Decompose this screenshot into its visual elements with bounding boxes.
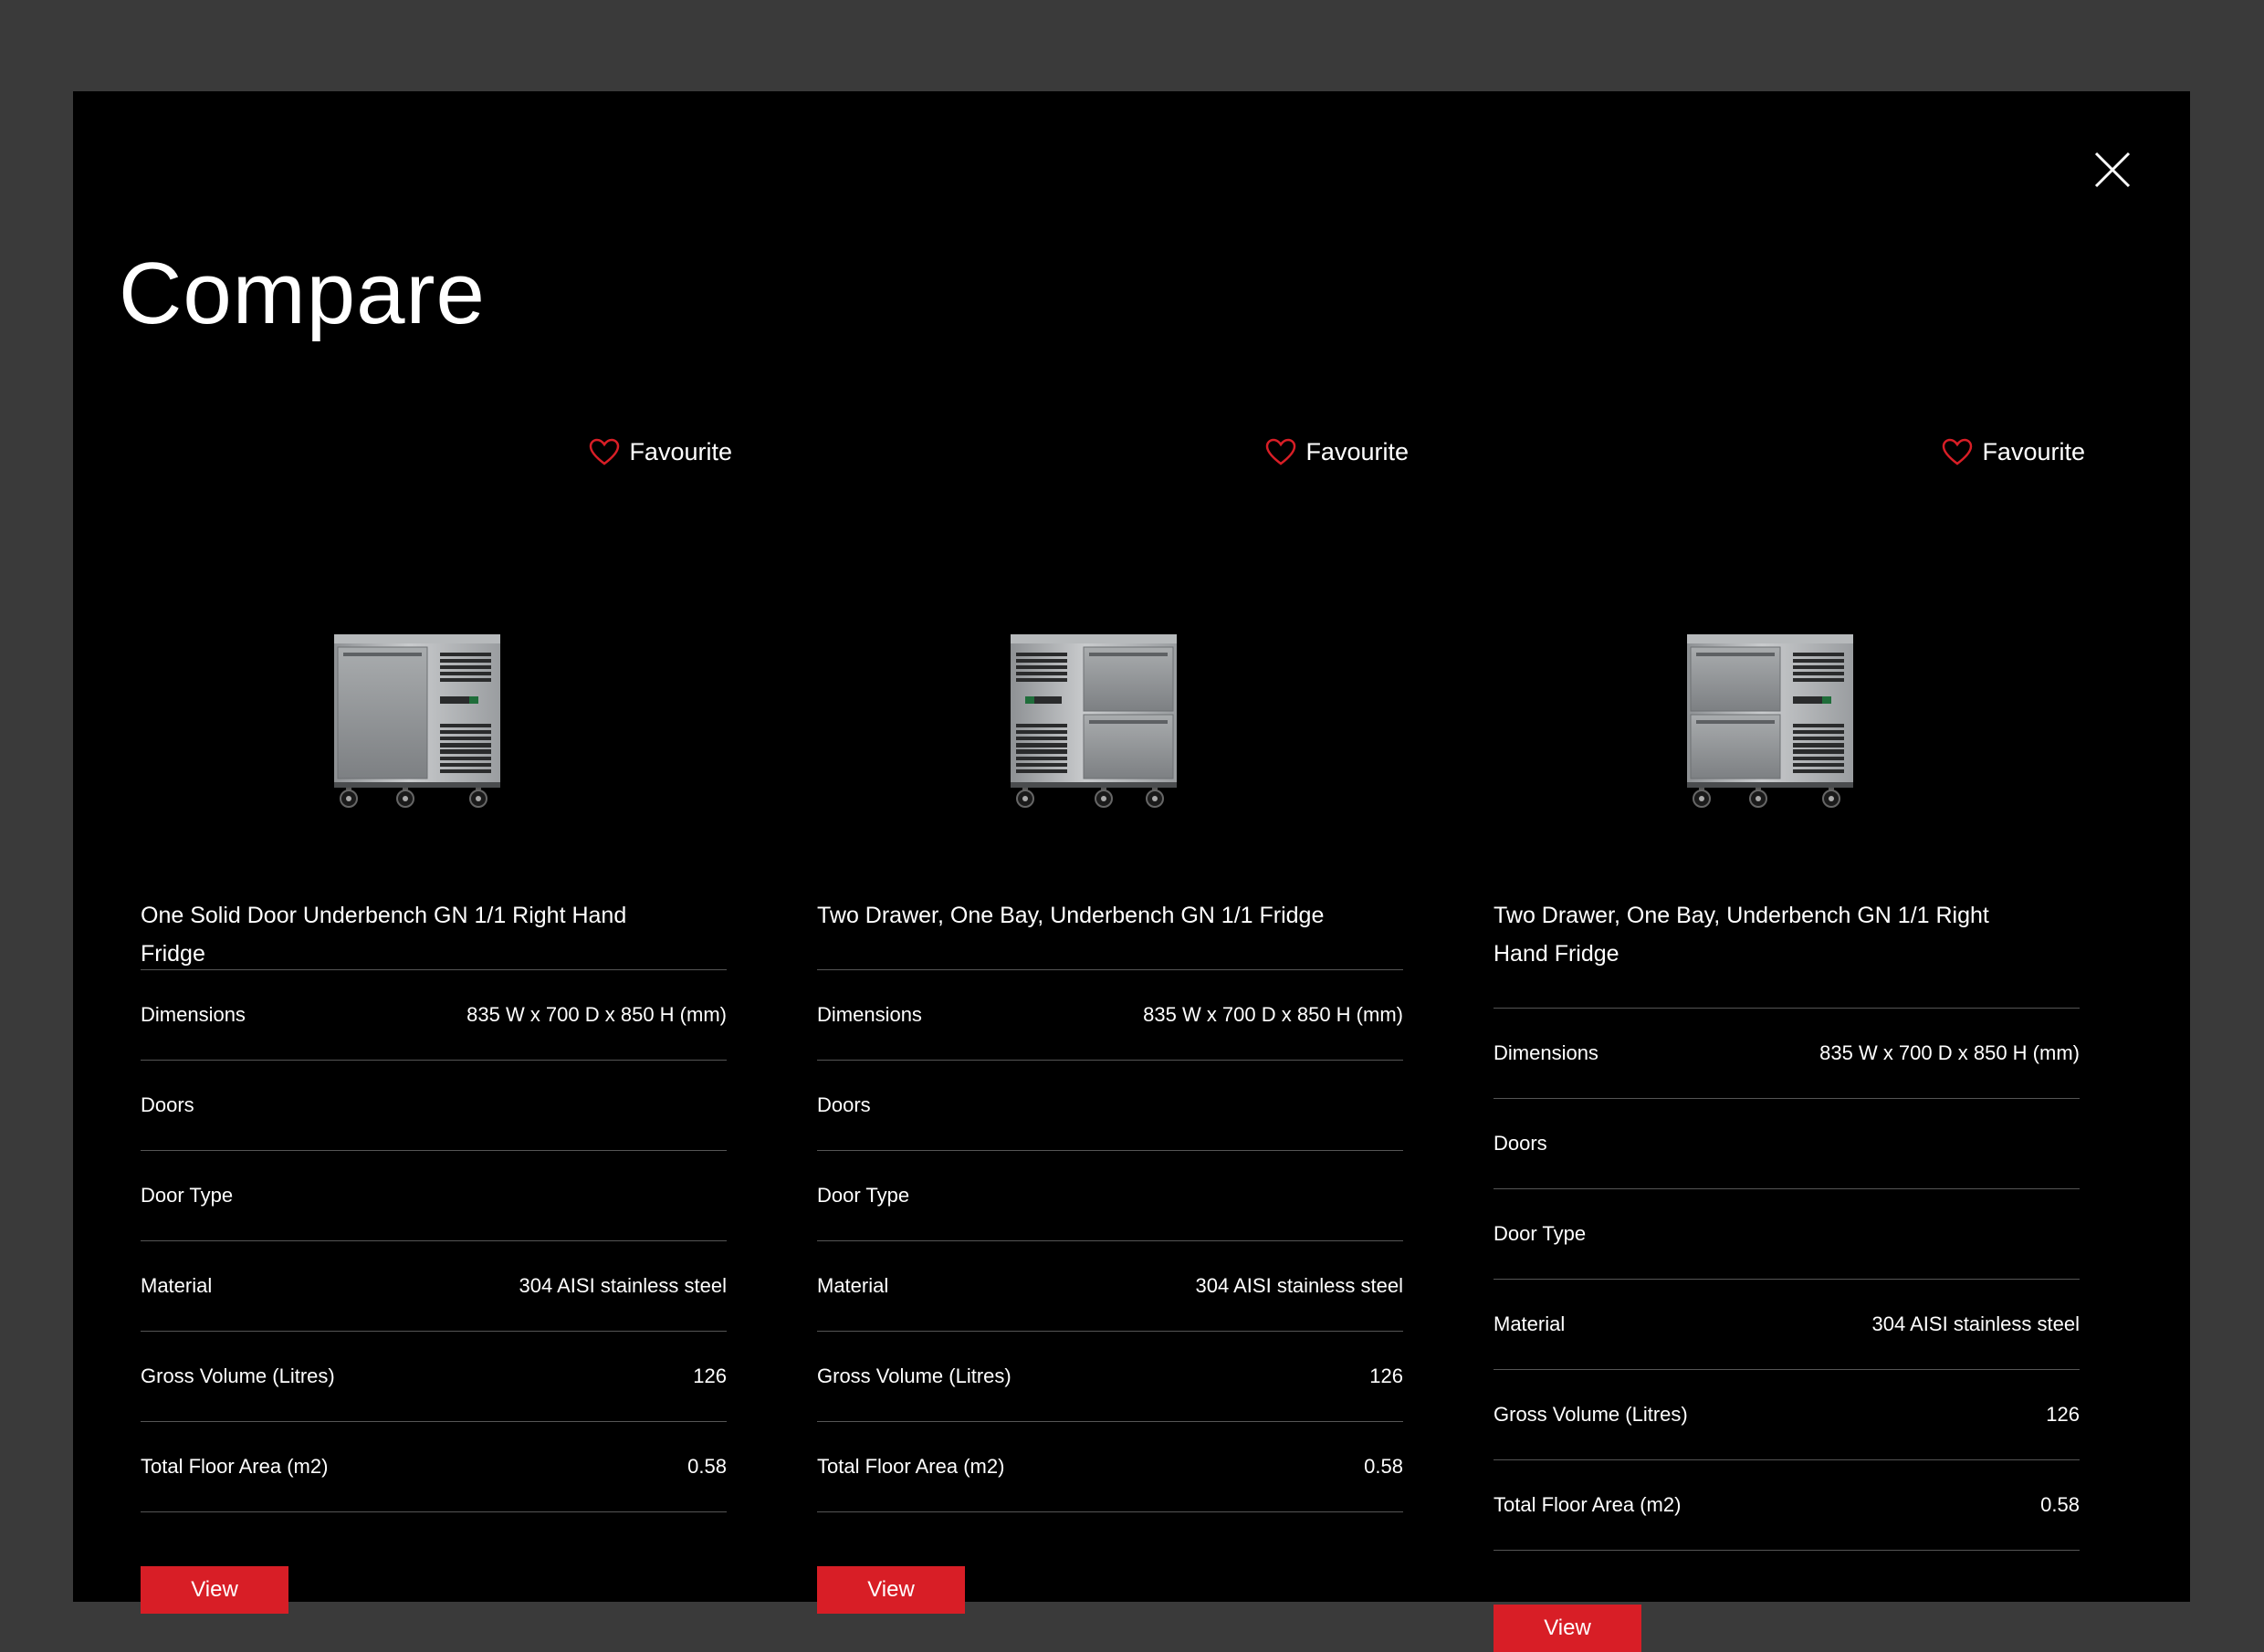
spec-row-floor-area: Total Floor Area (m2) 0.58 (141, 1422, 727, 1512)
heart-icon (1943, 438, 1973, 465)
favourite-button[interactable]: Favourite (1265, 429, 1409, 475)
spec-label: Gross Volume (Litres) (1494, 1403, 1688, 1426)
spec-row-door-type: Door Type (141, 1151, 727, 1241)
favourite-label: Favourite (629, 437, 732, 465)
spec-value: 304 AISI stainless steel (1195, 1274, 1403, 1297)
page-title: Compare (119, 245, 486, 343)
close-icon (2094, 152, 2131, 188)
spec-row-material: Material 304 AISI stainless steel (817, 1241, 1403, 1332)
spec-row-gross-volume: Gross Volume (Litres) 126 (141, 1332, 727, 1422)
close-button[interactable] (2089, 146, 2136, 193)
spec-table: Dimensions 835 W x 700 D x 850 H (mm) Do… (1494, 1008, 2080, 1551)
spec-value: 835 W x 700 D x 850 H (mm) (1143, 1003, 1403, 1026)
spec-value: 835 W x 700 D x 850 H (mm) (1819, 1041, 2080, 1064)
favourite-label: Favourite (1982, 437, 2085, 465)
spec-value: 0.58 (2040, 1493, 2080, 1516)
spec-label: Total Floor Area (m2) (141, 1455, 329, 1478)
spec-label: Material (141, 1274, 213, 1297)
product-name: Two Drawer, One Bay, Underbench GN 1/1 R… (1494, 903, 1989, 967)
spec-row-floor-area: Total Floor Area (m2) 0.58 (817, 1422, 1403, 1512)
spec-label: Gross Volume (Litres) (141, 1364, 335, 1387)
spec-label: Dimensions (141, 1003, 246, 1026)
product-image (332, 634, 502, 808)
spec-row-material: Material 304 AISI stainless steel (141, 1241, 727, 1332)
spec-value: 304 AISI stainless steel (519, 1274, 727, 1297)
spec-row-floor-area: Total Floor Area (m2) 0.58 (1494, 1460, 2080, 1551)
view-button[interactable]: View (141, 1566, 288, 1614)
spec-row-material: Material 304 AISI stainless steel (1494, 1280, 2080, 1370)
favourite-label: Favourite (1305, 437, 1409, 465)
spec-row-doors: Doors (1494, 1099, 2080, 1189)
product-name: Two Drawer, One Bay, Underbench GN 1/1 F… (817, 903, 1325, 928)
product-image (1009, 634, 1179, 808)
spec-label: Material (817, 1274, 889, 1297)
product-image (1685, 634, 1855, 808)
spec-label: Door Type (141, 1184, 234, 1207)
spec-row-dimensions: Dimensions 835 W x 700 D x 850 H (mm) (141, 970, 727, 1061)
spec-value: 0.58 (687, 1455, 727, 1478)
spec-label: Total Floor Area (m2) (817, 1455, 1005, 1478)
compare-modal: Compare Favourite One Solid Door Underbe… (73, 91, 2190, 1652)
spec-label: Door Type (817, 1184, 910, 1207)
spec-label: Doors (817, 1093, 871, 1116)
spec-value: 126 (2046, 1403, 2080, 1426)
favourite-button[interactable]: Favourite (1942, 429, 2085, 475)
spec-label: Total Floor Area (m2) (1494, 1493, 1682, 1516)
spec-row-doors: Doors (817, 1061, 1403, 1151)
fridge-solid-door-icon (334, 634, 500, 808)
spec-label: Material (1494, 1312, 1566, 1335)
spec-label: Dimensions (817, 1003, 922, 1026)
heart-icon (1266, 438, 1296, 465)
spec-value: 126 (1369, 1364, 1403, 1387)
spec-label: Doors (141, 1093, 194, 1116)
spec-row-dimensions: Dimensions 835 W x 700 D x 850 H (mm) (1494, 1009, 2080, 1099)
spec-row-doors: Doors (141, 1061, 727, 1151)
view-button[interactable]: View (817, 1566, 965, 1614)
fridge-two-drawer-right-icon (1687, 634, 1853, 808)
view-button[interactable]: View (1494, 1605, 1641, 1652)
spec-table: Dimensions 835 W x 700 D x 850 H (mm) Do… (817, 969, 1403, 1512)
heart-icon (590, 438, 620, 465)
spec-label: Gross Volume (Litres) (817, 1364, 1011, 1387)
spec-label: Door Type (1494, 1222, 1587, 1245)
spec-row-dimensions: Dimensions 835 W x 700 D x 850 H (mm) (817, 970, 1403, 1061)
spec-row-door-type: Door Type (1494, 1189, 2080, 1280)
spec-value: 304 AISI stainless steel (1871, 1312, 2080, 1335)
spec-value: 835 W x 700 D x 850 H (mm) (466, 1003, 727, 1026)
spec-row-gross-volume: Gross Volume (Litres) 126 (817, 1332, 1403, 1422)
spec-table: Dimensions 835 W x 700 D x 850 H (mm) Do… (141, 969, 727, 1512)
spec-value: 0.58 (1364, 1455, 1403, 1478)
favourite-button[interactable]: Favourite (589, 429, 732, 475)
spec-label: Dimensions (1494, 1041, 1598, 1064)
spec-label: Doors (1494, 1132, 1547, 1155)
spec-row-door-type: Door Type (817, 1151, 1403, 1241)
fridge-two-drawer-icon (1011, 634, 1177, 808)
product-name: One Solid Door Underbench GN 1/1 Right H… (141, 903, 627, 967)
spec-row-gross-volume: Gross Volume (Litres) 126 (1494, 1370, 2080, 1460)
spec-value: 126 (693, 1364, 727, 1387)
